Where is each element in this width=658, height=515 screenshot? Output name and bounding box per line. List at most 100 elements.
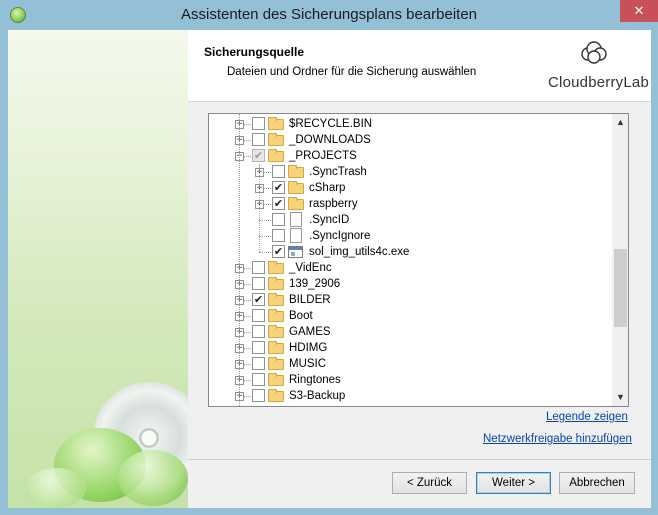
folder-icon (268, 261, 284, 274)
brand-logo-text: CloudberryLab (548, 74, 649, 91)
tree-item[interactable]: + .SyncTrash (209, 164, 612, 180)
tree-connector-line (259, 236, 271, 237)
tree-item-label: HDIMG (289, 342, 328, 354)
folder-icon (268, 373, 284, 386)
tree-item[interactable]: + ✔ BILDER (209, 292, 612, 308)
folder-icon (268, 357, 284, 370)
tree-item-label: _VidEnc (289, 262, 332, 274)
scrollbar-thumb[interactable] (614, 249, 627, 327)
tree-item-checkbox[interactable] (252, 117, 265, 130)
next-button[interactable]: Weiter > (476, 472, 551, 494)
tree-item[interactable]: + MUSIC (209, 356, 612, 372)
cloudberry-logo-icon (581, 41, 607, 64)
tree-item-label: _PROJECTS (289, 150, 357, 162)
tree-connector-line (259, 252, 271, 253)
wizard-window: Assistenten des Sicherungsplans bearbeit… (0, 0, 658, 515)
tree-item[interactable]: + _DOWNLOADS (209, 132, 612, 148)
tree-item-checkbox[interactable]: ✔ (272, 181, 285, 194)
window-title: Assistenten des Sicherungsplans bearbeit… (180, 6, 478, 23)
tree-item-label: S3-Backup (289, 390, 346, 402)
tree-item-label: MUSIC (289, 358, 327, 370)
tree-item-checkbox[interactable] (252, 373, 265, 386)
tree-item-checkbox[interactable] (252, 309, 265, 322)
tree-guide-line (259, 164, 260, 252)
tree-item-checkbox[interactable] (252, 277, 265, 290)
scroll-down-arrow-icon[interactable]: ▼ (612, 389, 628, 406)
tree-item-label: BILDER (289, 294, 331, 306)
tree-item[interactable]: +139_2906 (209, 276, 612, 292)
tree-item-checkbox[interactable] (272, 213, 285, 226)
window-frame-right (651, 30, 658, 515)
tree-item-label: _DOWNLOADS (289, 134, 371, 146)
tree-item[interactable]: + GAMES (209, 324, 612, 340)
tree-guide-line (239, 114, 240, 406)
tree-item[interactable]: + ✔ raspberry (209, 196, 612, 212)
vertical-scrollbar[interactable]: ▲ ▼ (612, 114, 628, 406)
tree-item[interactable]: + $RECYCLE.BIN (209, 116, 612, 132)
tree-item[interactable]: + Ringtones (209, 372, 612, 388)
tree-item-checkbox[interactable]: ✔ (272, 197, 285, 210)
footer-divider (188, 459, 651, 460)
close-button[interactable]: ✕ (620, 0, 658, 22)
cancel-button[interactable]: Abbrechen (559, 472, 635, 494)
tree-item-checkbox[interactable] (252, 325, 265, 338)
folder-icon (288, 181, 304, 194)
tree-item-checkbox[interactable] (252, 341, 265, 354)
folder-icon (268, 133, 284, 146)
tree-item-checkbox[interactable] (252, 389, 265, 402)
green-cloud-icon (118, 450, 188, 506)
folder-icon (288, 197, 304, 210)
tree-item[interactable]: − ✔ _PROJECTS (209, 148, 612, 164)
tree-item-label: cSharp (309, 182, 346, 194)
tree-item-checkbox[interactable] (252, 133, 265, 146)
decorative-side-panel (8, 30, 188, 508)
tree-item-checkbox[interactable]: ✔ (252, 149, 265, 162)
tree-item-label: .SyncIgnore (309, 230, 371, 242)
tree-item[interactable]: .SyncIgnore (209, 228, 612, 244)
folder-icon (268, 149, 284, 162)
tree-connector-line (259, 220, 271, 221)
scroll-up-arrow-icon[interactable]: ▲ (612, 114, 628, 131)
folder-icon (268, 325, 284, 338)
tree-item-label: Boot (289, 310, 313, 322)
tree-item-label: Ringtones (289, 374, 341, 386)
tree-item-label: GAMES (289, 326, 331, 338)
tree-item-checkbox[interactable] (272, 229, 285, 242)
folder-icon (268, 117, 284, 130)
tree-item-label: .SyncTrash (309, 166, 367, 178)
page-subtitle: Dateien und Ordner für die Sicherung aus… (227, 66, 477, 78)
tree-item[interactable]: + S3-Backup (209, 388, 612, 404)
tree-item-label: .SyncID (309, 214, 350, 226)
tree-item-label: $RECYCLE.BIN (289, 118, 373, 130)
back-button[interactable]: < Zurück (392, 472, 467, 494)
page-title: Sicherungsquelle (204, 45, 305, 59)
tree-item[interactable]: .SyncID (209, 212, 612, 228)
add-network-share-link[interactable]: Netzwerkfreigabe hinzufügen (483, 433, 632, 445)
wizard-header: Sicherungsquelle Dateien und Ordner für … (188, 30, 651, 102)
folder-icon (268, 341, 284, 354)
folder-icon (268, 309, 284, 322)
tree-item[interactable]: + ✔ cSharp (209, 180, 612, 196)
tree-item-label: 139_2906 (289, 278, 341, 290)
file-icon (290, 212, 302, 227)
tree-item[interactable]: + Boot (209, 308, 612, 324)
exe-file-icon (288, 246, 303, 258)
window-frame-bottom (0, 508, 658, 515)
tree-item-checkbox[interactable] (272, 165, 285, 178)
tree-item-checkbox[interactable] (252, 261, 265, 274)
tree-item[interactable]: ✔ sol_img_utils4c.exe (209, 244, 612, 260)
tree-item[interactable]: + HDIMG (209, 340, 612, 356)
folder-icon (268, 389, 284, 402)
tree-item[interactable]: + _VidEnc (209, 260, 612, 276)
folder-icon (268, 277, 284, 290)
folder-icon (288, 165, 304, 178)
tree-item-label: sol_img_utils4c.exe (309, 246, 410, 258)
folder-icon (268, 293, 284, 306)
tree-item-checkbox[interactable] (252, 357, 265, 370)
show-legend-link[interactable]: Legende zeigen (546, 411, 628, 423)
tree-item-checkbox[interactable]: ✔ (252, 293, 265, 306)
green-cloud-icon (26, 468, 86, 508)
window-frame-left (0, 30, 8, 515)
source-tree-view[interactable]: + $RECYCLE.BIN + _DOWNLOADS − ✔ _PROJECTS + .Syn… (208, 113, 629, 407)
tree-item-checkbox[interactable]: ✔ (272, 245, 285, 258)
